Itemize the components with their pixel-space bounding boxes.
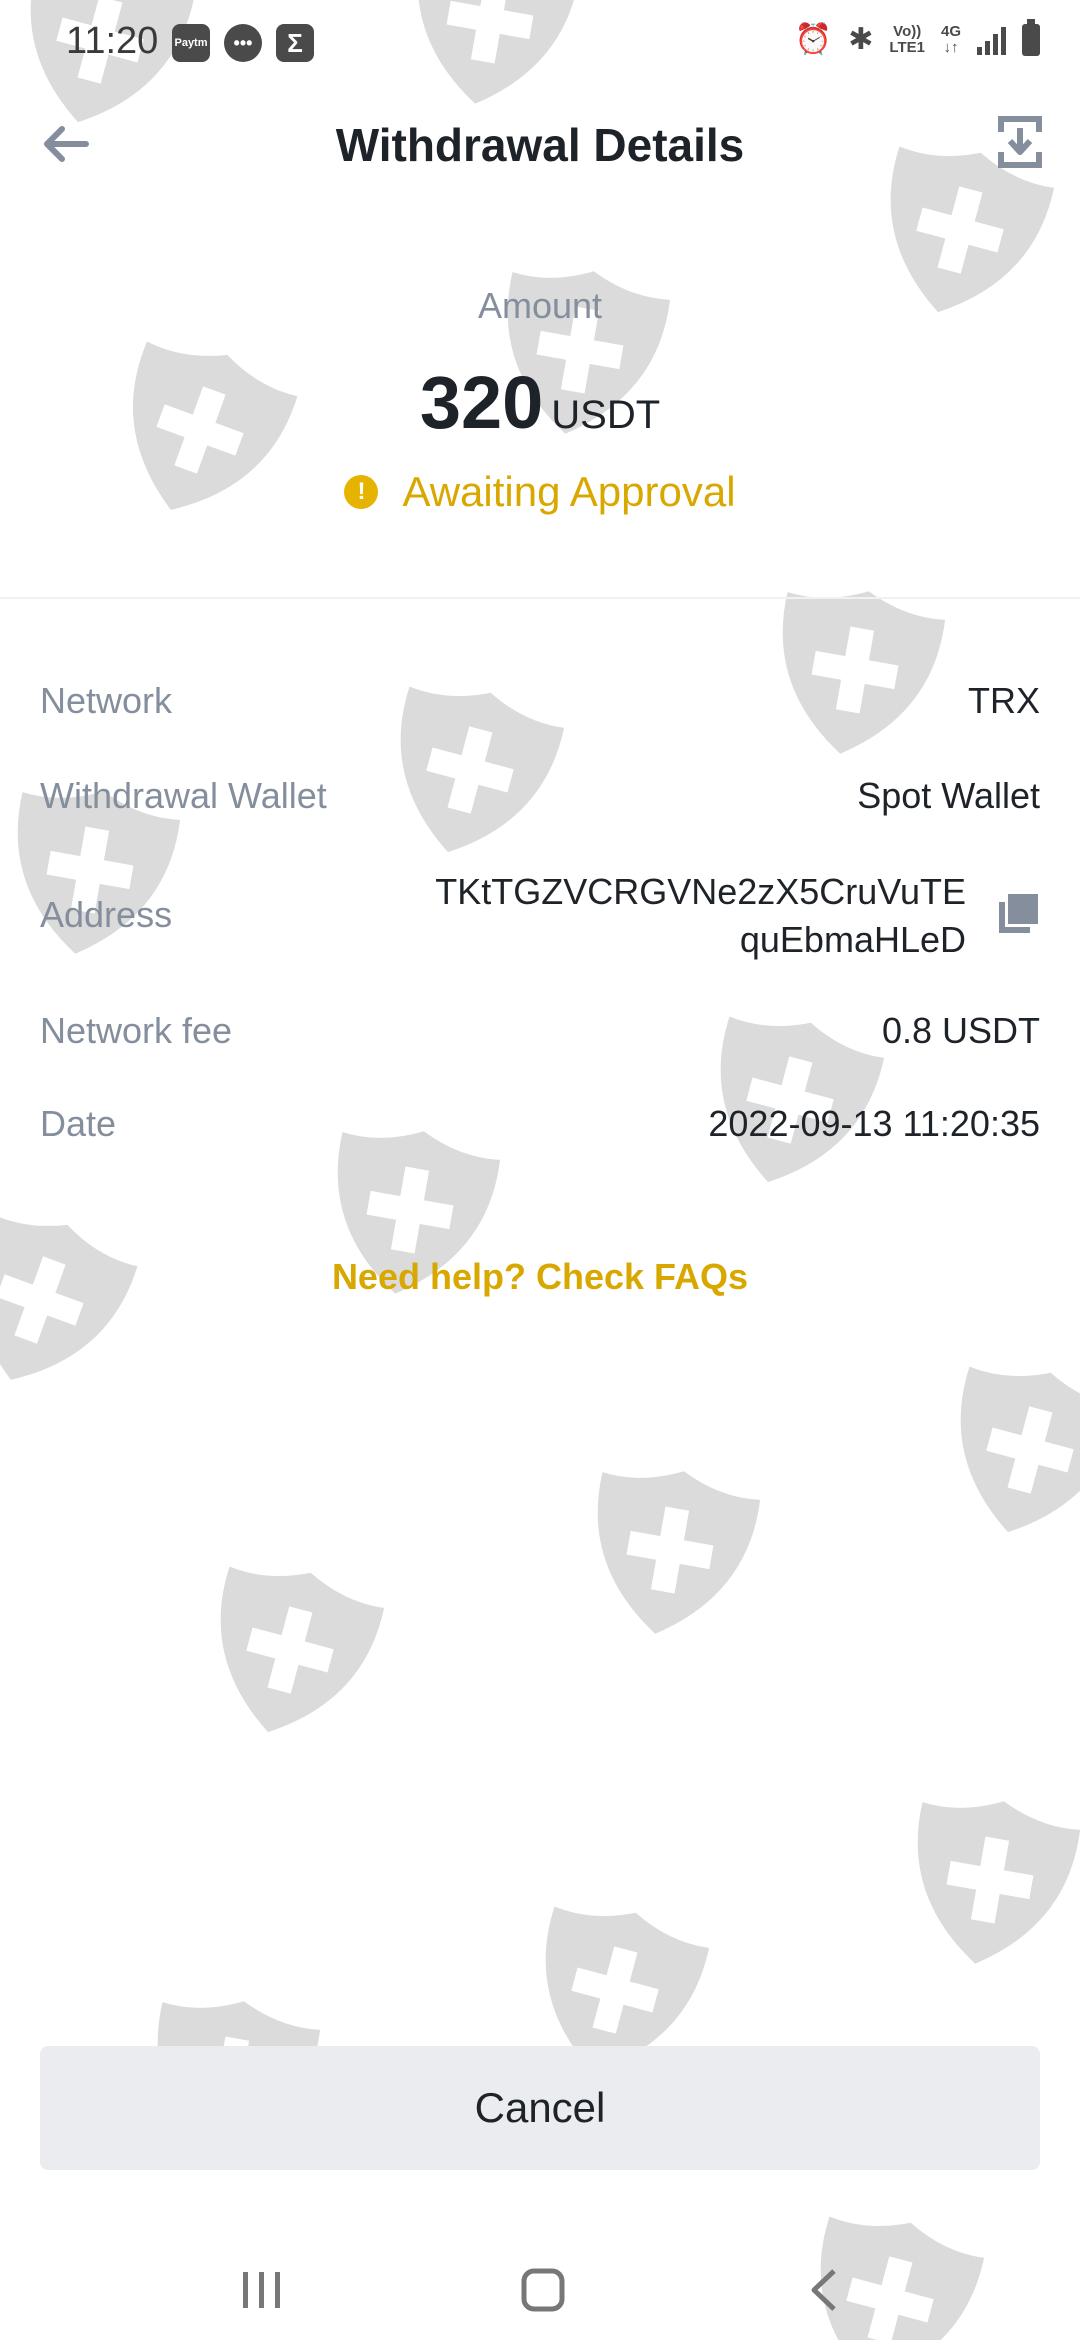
paytm-icon: Paytm — [172, 24, 210, 62]
date-value: 2022-09-13 11:20:35 — [708, 1103, 1040, 1144]
address-line-1: TKtTGZVCRGVNe2zX5CruVuTE — [435, 871, 966, 912]
data-arrows-label: ↓↑ — [943, 39, 959, 56]
address-label: Address — [40, 894, 173, 935]
battery-icon — [1022, 19, 1040, 56]
app-header: Withdrawal Details — [0, 100, 1080, 190]
volte-bottom-label: LTE1 — [889, 39, 925, 56]
faq-link[interactable]: Need help? Check FAQs — [0, 1256, 1080, 1298]
amount-value: 320 — [419, 361, 544, 444]
copy-icon — [999, 894, 1038, 933]
network-type-icon: 4G ↓↑ — [941, 24, 961, 56]
signal-icon — [977, 25, 1006, 55]
date-label: Date — [40, 1103, 117, 1144]
cancel-button[interactable]: Cancel — [40, 2046, 1040, 2170]
watermark-shields — [0, 0, 1080, 2340]
status-bar: 11:20 Paytm ••• Σ ⏰ ✱ Vo)) LTE1 4G ↓↑ — [0, 0, 1080, 84]
home-button[interactable] — [503, 2250, 583, 2330]
amount-label: Amount — [477, 285, 603, 326]
chevron-left-icon — [811, 2269, 836, 2311]
section-divider — [0, 597, 1080, 599]
wallet-label: Withdrawal Wallet — [40, 775, 327, 816]
address-line-2: quEbmaHLeD — [739, 919, 966, 960]
page-title: Withdrawal Details — [335, 119, 745, 171]
system-nav-bar — [0, 2230, 1080, 2340]
home-icon — [521, 2268, 565, 2312]
download-icon — [998, 116, 1042, 168]
fee-label: Network fee — [40, 1010, 233, 1051]
address-value: TKtTGZVCRGVNe2zX5CruVuTE quEbmaHLeD — [406, 868, 966, 964]
recent-apps-button[interactable] — [222, 2250, 302, 2330]
detail-row-address: Address TKtTGZVCRGVNe2zX5CruVuTE quEbmaH… — [40, 868, 1040, 968]
wallet-value: Spot Wallet — [857, 775, 1040, 816]
status-app-icons: Paytm ••• Σ — [172, 24, 314, 62]
sigma-app-icon: Σ — [276, 24, 314, 62]
amount-unit: USDT — [551, 393, 661, 437]
network-type-label: 4G — [940, 23, 961, 40]
status-time: 11:20 — [66, 20, 159, 62]
fee-value: 0.8 USDT — [881, 1010, 1040, 1051]
recent-apps-icon — [243, 2272, 280, 2308]
download-button[interactable] — [996, 114, 1044, 170]
network-label: Network — [40, 680, 173, 721]
system-back-button[interactable] — [784, 2250, 864, 2330]
volte-top-label: Vo)) — [893, 23, 922, 40]
amount-display: 320 USDT — [0, 360, 1080, 445]
copy-address-button[interactable] — [996, 892, 1040, 936]
volte-icon: Vo)) LTE1 — [889, 24, 925, 56]
bluetooth-icon: ✱ — [848, 23, 874, 56]
alarm-icon: ⏰ — [794, 23, 833, 56]
status-indicators: ⏰ ✱ Vo)) LTE1 4G ↓↑ — [794, 19, 1040, 60]
withdrawal-status: ! Awaiting Approval — [0, 468, 1080, 516]
messages-icon: ••• — [224, 24, 262, 62]
alert-icon: ! — [344, 475, 379, 509]
status-text: Awaiting Approval — [402, 468, 736, 515]
network-value: TRX — [968, 680, 1040, 721]
